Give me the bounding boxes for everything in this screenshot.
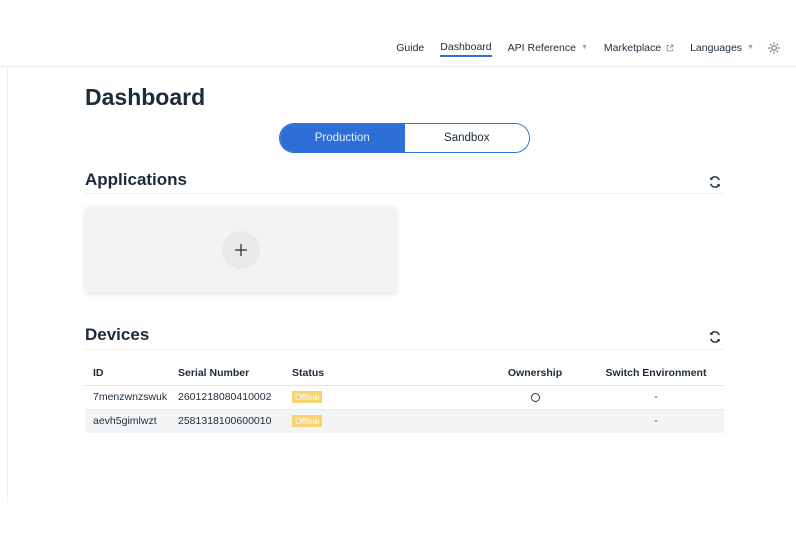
caret-down-icon: ▼ bbox=[747, 44, 754, 51]
nav-api-reference-label: API Reference bbox=[507, 42, 576, 54]
plus-icon bbox=[235, 243, 247, 256]
device-switch-env: - bbox=[588, 409, 724, 433]
device-ownership-cell bbox=[482, 385, 588, 410]
status-badge: Offline bbox=[292, 391, 323, 403]
nav-api-reference[interactable]: API Reference ▼ bbox=[508, 39, 588, 57]
environment-toggle: Production Sandbox bbox=[279, 123, 530, 153]
caret-down-icon: ▼ bbox=[580, 44, 588, 51]
production-button[interactable]: Production bbox=[280, 124, 405, 152]
device-switch-env: - bbox=[588, 385, 724, 410]
refresh-icon bbox=[709, 176, 721, 188]
nav-guide[interactable]: Guide bbox=[396, 39, 424, 57]
device-status-cell: Offline bbox=[292, 385, 482, 410]
add-application-button[interactable] bbox=[222, 230, 260, 269]
page-title: Dashboard bbox=[85, 84, 206, 110]
nav-languages[interactable]: Languages ▼ bbox=[690, 39, 754, 57]
table-header-row: ID Serial Number Status Ownership Switch… bbox=[85, 362, 724, 386]
devices-table: ID Serial Number Status Ownership Switch… bbox=[85, 362, 724, 433]
nav-items: Guide Dashboard API Reference ▼ Marketpl… bbox=[380, 39, 780, 57]
add-application-card[interactable] bbox=[85, 207, 397, 292]
refresh-icon bbox=[709, 331, 721, 343]
column-ownership[interactable]: Ownership bbox=[482, 362, 588, 386]
status-badge: Offline bbox=[292, 415, 323, 428]
nav-marketplace[interactable]: Marketplace bbox=[604, 39, 674, 57]
device-id: aevh5gimlwzt bbox=[85, 409, 178, 433]
applications-refresh-button[interactable] bbox=[706, 173, 724, 191]
device-status-cell: Offline bbox=[292, 409, 482, 433]
column-id[interactable]: ID bbox=[85, 362, 178, 386]
device-ownership-cell bbox=[482, 409, 588, 433]
device-serial: 2581318100600010 bbox=[178, 409, 292, 433]
column-status[interactable]: Status bbox=[292, 362, 482, 386]
nav-guide-label: Guide bbox=[396, 42, 425, 54]
device-id: 7menzwnzswuk bbox=[85, 385, 178, 410]
top-nav: Guide Dashboard API Reference ▼ Marketpl… bbox=[0, 0, 796, 67]
table-row[interactable]: 7menzwnzswuk 2601218080410002 Offline - bbox=[85, 385, 724, 410]
sun-icon[interactable] bbox=[768, 42, 780, 54]
ownership-radio[interactable] bbox=[530, 392, 540, 402]
nav-languages-label: Languages bbox=[690, 42, 743, 54]
devices-refresh-button[interactable] bbox=[706, 328, 724, 346]
device-serial: 2601218080410002 bbox=[178, 385, 292, 410]
devices-title: Devices bbox=[85, 325, 150, 344]
column-serial-number[interactable]: Serial Number bbox=[178, 362, 292, 386]
sandbox-button[interactable]: Sandbox bbox=[404, 124, 529, 152]
applications-divider bbox=[85, 193, 724, 194]
column-switch-environment[interactable]: Switch Environment bbox=[588, 362, 724, 386]
table-row[interactable]: aevh5gimlwzt 2581318100600010 Offline - bbox=[85, 409, 724, 433]
devices-divider bbox=[85, 349, 724, 350]
page: Guide Dashboard API Reference ▼ Marketpl… bbox=[0, 0, 796, 535]
left-divider bbox=[7, 67, 8, 502]
external-link-icon bbox=[666, 44, 674, 52]
nav-dashboard[interactable]: Dashboard bbox=[440, 39, 492, 57]
nav-dashboard-label: Dashboard bbox=[440, 41, 492, 53]
applications-title: Applications bbox=[85, 170, 188, 189]
nav-marketplace-label: Marketplace bbox=[603, 42, 662, 54]
